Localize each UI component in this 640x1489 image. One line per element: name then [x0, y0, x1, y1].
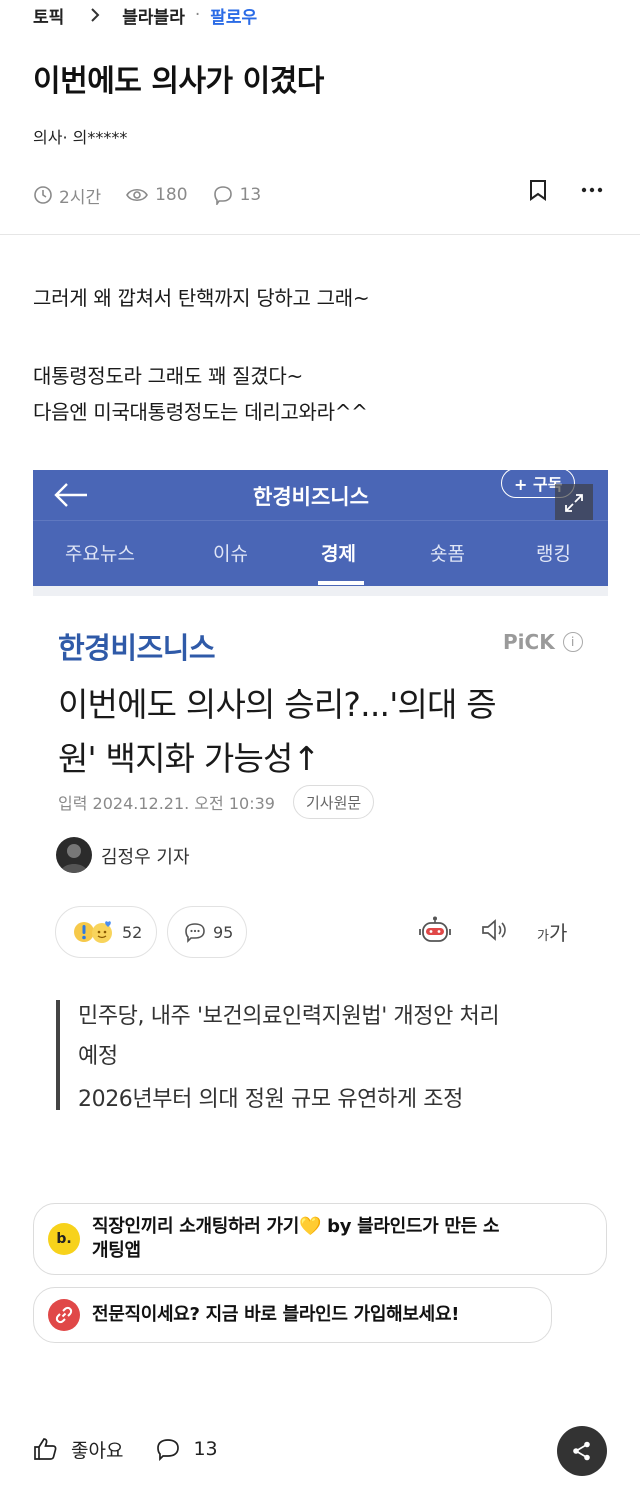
like-button[interactable]: 좋아요	[33, 1436, 123, 1463]
news-headline-line: 이번에도 의사의 승리?...'의대 증	[58, 685, 497, 724]
news-brand-logo: 한경비즈니스	[58, 631, 216, 665]
reaction-emoji-icon	[74, 921, 112, 943]
speaker-icon[interactable]	[478, 914, 512, 946]
breadcrumb-separator: ·	[194, 5, 201, 25]
news-pubdate: 입력 2024.12.21. 오전 10:39	[58, 794, 275, 813]
reaction-button[interactable]: 52	[55, 906, 157, 958]
post-body-line: 그러게 왜 깝쳐서 탄핵까지 당하고 그래~	[33, 286, 370, 310]
more-options-icon[interactable]	[578, 176, 606, 204]
breadcrumb: 토픽 블라블라 · 팔로우	[33, 2, 257, 28]
eye-icon	[126, 188, 149, 202]
summary-line: 예정	[78, 1044, 118, 1069]
info-icon[interactable]: i	[562, 632, 583, 652]
clock-icon	[34, 186, 52, 204]
font-size-small-label: 가	[537, 928, 549, 944]
post-author[interactable]: 의사· 의*****	[33, 124, 127, 148]
comment-icon	[213, 186, 232, 205]
news-tab[interactable]: 이슈	[213, 539, 248, 566]
pick-label: PiCK	[503, 630, 555, 654]
news-headline: 이번에도 의사의 승리?...'의대 증 원' 백지화 가능성↑	[58, 678, 588, 786]
reaction-count: 52	[122, 922, 143, 942]
promo-card-signup[interactable]: 전문직이세요? 지금 바로 블라인드 가입해보세요!	[33, 1287, 552, 1343]
reporter-name: 김정우 기자	[101, 847, 190, 868]
post-time-label: 2시간	[59, 187, 102, 208]
breadcrumb-board[interactable]: 블라블라	[122, 3, 185, 28]
font-size-big-label: 가	[548, 920, 568, 945]
summary-line: 민주당, 내주 '보건의료인력지원법' 개정안 처리	[78, 1004, 500, 1029]
news-header-title: 한경비즈니스	[253, 485, 369, 509]
summary-line: 2026년부터 의대 정원 규모 유연하게 조정	[78, 1087, 463, 1112]
blind-logo-icon: b.	[48, 1223, 80, 1255]
news-gap	[33, 586, 608, 596]
breadcrumb-topic[interactable]: 토픽	[33, 3, 64, 28]
post-title: 이번에도 의사가 이겼다	[33, 64, 324, 99]
like-label: 좋아요	[71, 1439, 124, 1462]
news-tabs: 주요뉴스 이슈 경제 숏폼 랭킹	[33, 520, 608, 586]
robot-summary-icon[interactable]	[417, 912, 453, 948]
divider	[0, 234, 640, 235]
font-size-button[interactable]: 가 가	[537, 916, 567, 946]
expand-icon[interactable]	[555, 484, 593, 522]
post-time: 2시간	[33, 183, 101, 208]
post-views: 180	[125, 185, 188, 205]
bookmark-icon[interactable]	[526, 176, 550, 204]
active-tab-indicator	[318, 581, 364, 585]
news-header: 한경비즈니스 + 구독	[33, 468, 608, 522]
thumbs-up-icon	[34, 1438, 57, 1460]
summary-quote-bar	[56, 1000, 60, 1110]
promo-text-line: 직장인끼리 소개팅하러 가기💛 by 블라인드가 만든 소	[92, 1216, 500, 1237]
bottom-action-bar: 좋아요 13	[33, 1425, 218, 1473]
back-arrow-icon	[54, 483, 87, 507]
comment-bubble-icon	[185, 923, 205, 943]
promo-card-dating[interactable]: b. 직장인끼리 소개팅하러 가기💛 by 블라인드가 만든 소 개팅앱	[33, 1203, 607, 1275]
comment-count: 95	[213, 922, 234, 942]
embedded-news-image[interactable]: 한경비즈니스 + 구독 주요뉴스 이슈 경제 숏폼 랭킹 한경비즈니스 PiCK…	[33, 468, 608, 1150]
news-headline-line: 원' 백지화 가능성↑	[58, 739, 320, 778]
pick-badge: PiCK i	[503, 630, 583, 654]
promo-text-line: 개팅앱	[92, 1240, 141, 1261]
promo-text: 전문직이세요? 지금 바로 블라인드 가입해보세요!	[92, 1304, 460, 1325]
original-article-button[interactable]: 기사원문	[293, 785, 375, 819]
post-views-count: 180	[155, 185, 188, 205]
post-body-line: 다음엔 미국대통령정도는 데리고와라^^	[33, 400, 368, 424]
reporter-avatar	[56, 837, 92, 873]
comment-button[interactable]: 13	[155, 1437, 218, 1461]
promo-text: 직장인끼리 소개팅하러 가기💛 by 블라인드가 만든 소 개팅앱	[92, 1215, 499, 1263]
news-tab[interactable]: 랭킹	[536, 539, 571, 566]
comment-count-button[interactable]: 95	[167, 906, 247, 958]
news-tab[interactable]: 주요뉴스	[65, 539, 135, 566]
post-comments-count: 13	[239, 185, 262, 205]
share-button[interactable]	[557, 1426, 607, 1476]
link-icon	[48, 1299, 80, 1331]
blind-logo-letter: b.	[56, 1231, 72, 1247]
post-body-line: 대통령정도라 그래도 꽤 질겼다~	[33, 364, 303, 388]
post-comments: 13	[212, 185, 262, 205]
news-tab[interactable]: 숏폼	[430, 539, 465, 566]
follow-button[interactable]: 팔로우	[210, 3, 257, 28]
chevron-right-icon	[82, 7, 108, 23]
share-icon	[573, 1441, 590, 1461]
comment-count: 13	[193, 1438, 218, 1460]
post-meta: 2시간 180 13	[33, 181, 285, 209]
news-tab-active[interactable]: 경제	[321, 539, 356, 566]
comment-icon	[157, 1439, 180, 1461]
